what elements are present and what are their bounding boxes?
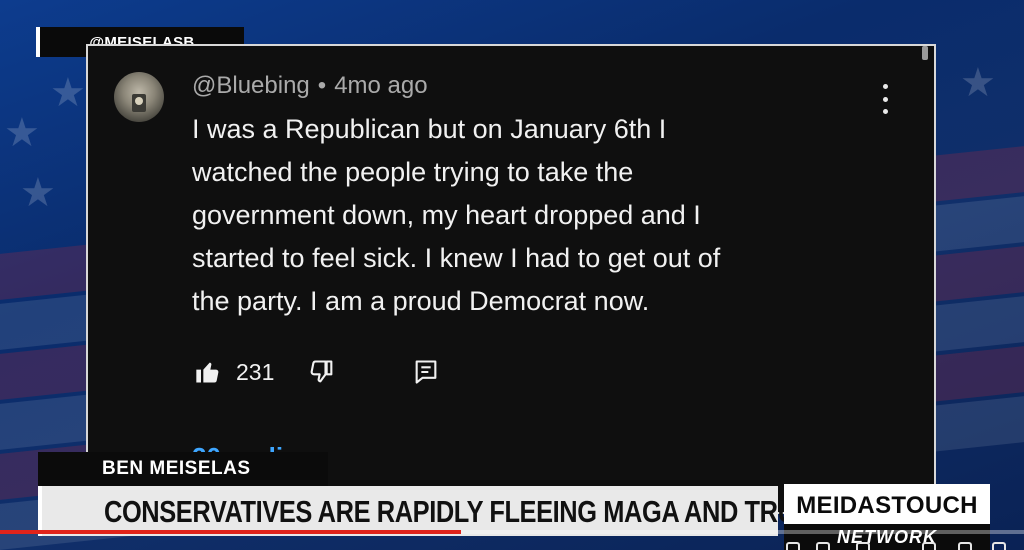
presenter-name: BEN MEISELAS (38, 452, 328, 486)
cast-icon[interactable] (958, 542, 972, 550)
comment-text: I was a Republican but on January 6th I … (192, 114, 721, 316)
comment-time[interactable]: 4mo ago (334, 72, 427, 99)
subtitles-icon[interactable] (816, 542, 830, 550)
like-count: 231 (236, 358, 275, 385)
comment-card: @Bluebing • 4mo ago I was a Republican but… (86, 44, 936, 514)
thumbs-up-icon[interactable] (194, 358, 222, 386)
player-controls (0, 540, 1024, 550)
comment-actions: 231 (194, 354, 440, 390)
avatar[interactable] (114, 72, 164, 122)
settings-icon[interactable] (856, 542, 870, 550)
comment-author[interactable]: @Bluebing (192, 72, 310, 99)
star-icon: ★ (20, 170, 56, 216)
brand-logo: MEIDASTOUCH (784, 484, 990, 528)
video-progress-fill (0, 530, 461, 534)
reply-icon[interactable] (412, 358, 440, 386)
video-progress-bar[interactable] (0, 530, 1024, 534)
seal-image (135, 97, 143, 105)
headline-text: CONSERVATIVES ARE RAPIDLY FLEEING MAGA A… (104, 494, 833, 529)
star-icon: ★ (50, 70, 86, 116)
theater-icon[interactable] (922, 542, 936, 550)
thumbs-down-icon[interactable] (308, 358, 336, 386)
scrollbar[interactable] (922, 46, 928, 60)
more-vert-icon[interactable] (880, 84, 890, 114)
meta-separator: • (317, 72, 327, 99)
comment-meta: @Bluebing • 4mo ago (192, 72, 428, 100)
star-icon: ★ (4, 110, 40, 156)
autoplay-icon[interactable] (786, 542, 800, 550)
star-icon: ★ (960, 60, 996, 106)
fullscreen-icon[interactable] (992, 542, 1006, 550)
